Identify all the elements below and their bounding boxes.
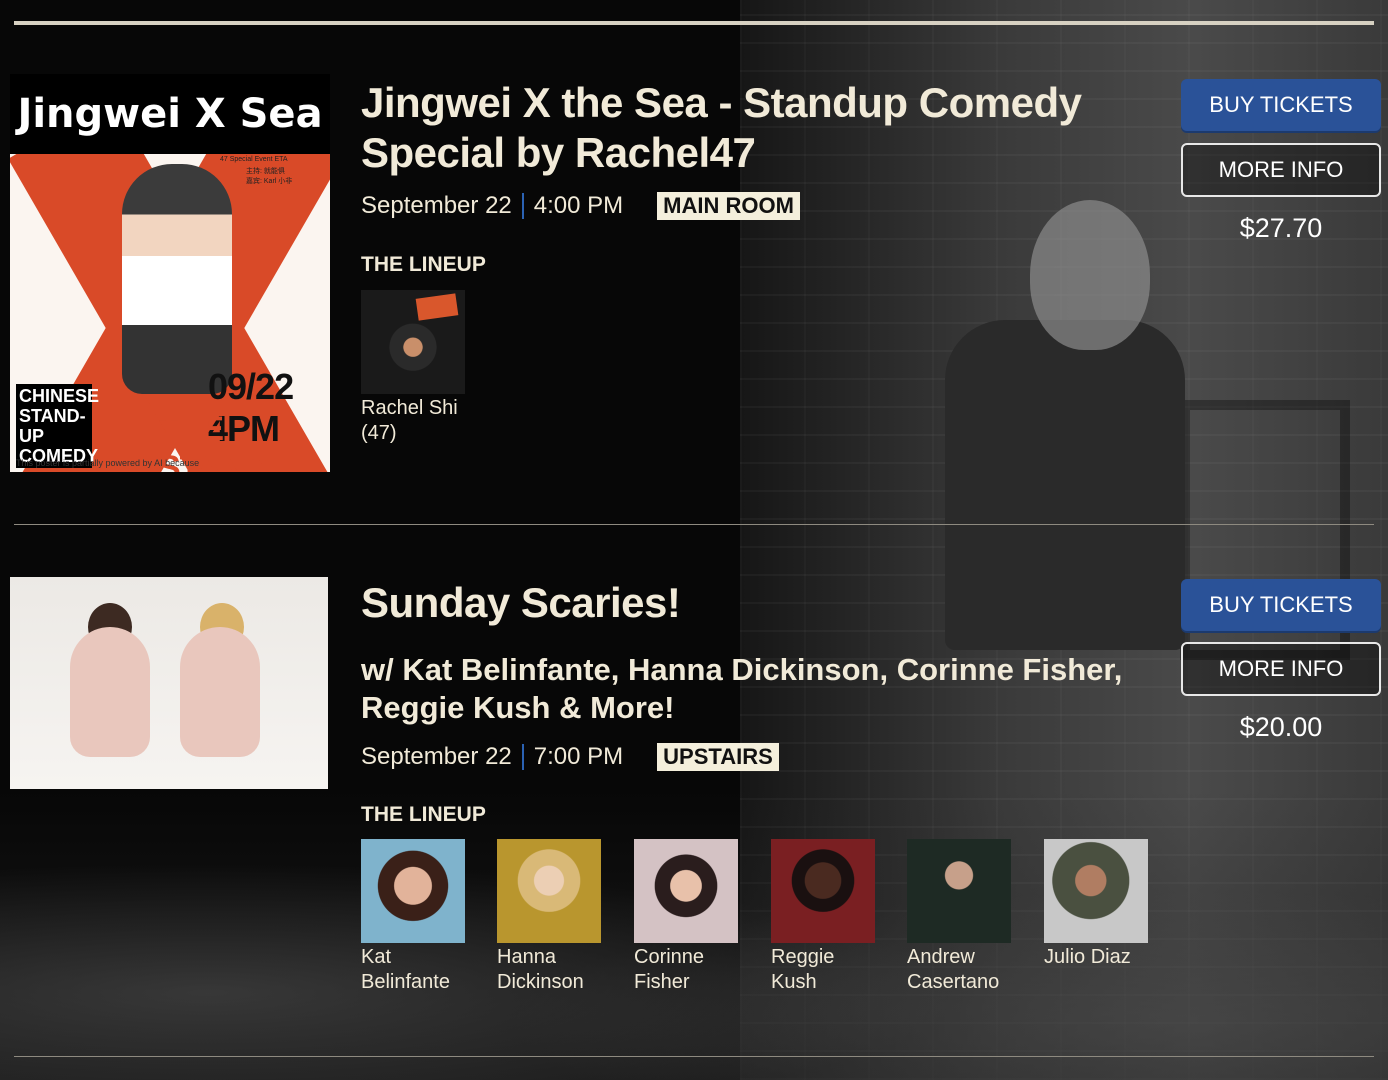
performer-name[interactable]: Corinne Fisher bbox=[634, 945, 738, 995]
performer-photo[interactable] bbox=[1044, 839, 1148, 943]
performer-name[interactable]: Hanna Dickinson bbox=[497, 945, 601, 995]
poster-artwork: 47 Special Event ETA 主持: 就能俱 嘉宾: Karl 小非… bbox=[10, 154, 330, 472]
event-subtitle: w/ Kat Belinfante, Hanna Dickinson, Cori… bbox=[361, 652, 1123, 725]
performer-photo[interactable] bbox=[634, 839, 738, 943]
comedy-logo-icon bbox=[415, 293, 459, 321]
performer-card[interactable]: Reggie Kush bbox=[771, 839, 875, 995]
event-divider bbox=[14, 1056, 1374, 1057]
performer-name[interactable]: Andrew Casertano bbox=[907, 945, 1011, 995]
performer-card[interactable]: Rachel Shi (47) bbox=[361, 290, 465, 446]
room-badge: UPSTAIRS bbox=[657, 743, 779, 771]
performer-name[interactable]: Rachel Shi (47) bbox=[361, 396, 465, 446]
performer-photo[interactable] bbox=[771, 839, 875, 943]
event-title[interactable]: Sunday Scaries! bbox=[361, 578, 681, 628]
poster-top-small: 47 Special Event ETA bbox=[220, 156, 288, 163]
poster-host-line1: 主持: 就能俱 bbox=[246, 168, 285, 175]
event-poster[interactable]: Jingwei X Sea 47 Special Event ETA 主持: 就… bbox=[10, 74, 330, 472]
event-title[interactable]: Jingwei X the Sea - Standup Comedy Speci… bbox=[361, 78, 1151, 178]
performer-card[interactable]: Andrew Casertano bbox=[907, 839, 1011, 995]
ticket-price: $20.00 bbox=[1239, 712, 1323, 742]
poster-illustration bbox=[122, 164, 232, 394]
event-time: 7:00 PM bbox=[533, 743, 624, 770]
event-date: September 22 bbox=[361, 743, 512, 770]
poster-title: Jingwei X Sea bbox=[17, 91, 323, 137]
poster-footer: This poster is partially powered by AI b… bbox=[16, 458, 200, 468]
comedian-figure bbox=[945, 320, 1185, 650]
room-badge: MAIN ROOM bbox=[657, 192, 800, 220]
poster-side-text: CHINESE STAND-UP COMEDY bbox=[16, 384, 99, 468]
performer-photo[interactable] bbox=[361, 839, 465, 943]
poster-title-band: Jingwei X Sea bbox=[10, 74, 330, 154]
performer-card[interactable]: Corinne Fisher bbox=[634, 839, 738, 995]
performer-name[interactable]: Reggie Kush bbox=[771, 945, 875, 995]
lineup-label: THE LINEUP bbox=[361, 803, 486, 826]
event-meta: September 22 7:00 PM UPSTAIRS bbox=[361, 743, 779, 771]
performer-photo[interactable] bbox=[361, 290, 465, 394]
performer-name[interactable]: Kat Belinfante bbox=[361, 945, 465, 995]
meta-separator bbox=[521, 193, 524, 219]
lineup-label: THE LINEUP bbox=[361, 253, 486, 276]
buy-tickets-button[interactable]: BUY TICKETS bbox=[1181, 579, 1381, 631]
performer-card[interactable]: Kat Belinfante bbox=[361, 839, 465, 995]
buy-tickets-button[interactable]: BUY TICKETS bbox=[1181, 79, 1381, 131]
event-photo[interactable] bbox=[10, 577, 328, 789]
top-divider bbox=[14, 21, 1374, 25]
comedian-head bbox=[1030, 200, 1150, 350]
photo-person-body bbox=[180, 627, 260, 757]
performer-photo[interactable] bbox=[907, 839, 1011, 943]
ticket-price: $27.70 bbox=[1239, 213, 1323, 243]
event-time: 4:00 PM bbox=[533, 192, 624, 219]
meta-separator bbox=[521, 744, 524, 770]
performer-name[interactable]: Julio Diaz bbox=[1044, 945, 1148, 970]
more-info-button[interactable]: MORE INFO bbox=[1181, 143, 1381, 197]
performer-card[interactable]: Julio Diaz bbox=[1044, 839, 1148, 970]
event-date: September 22 bbox=[361, 192, 512, 219]
event-meta: September 22 4:00 PM MAIN ROOM bbox=[361, 192, 800, 220]
more-info-button[interactable]: MORE INFO bbox=[1181, 642, 1381, 696]
photo-person-body bbox=[70, 627, 150, 757]
event-divider bbox=[14, 524, 1374, 525]
poster-host-line2: 嘉宾: Karl 小非 bbox=[246, 178, 293, 185]
performer-card[interactable]: Hanna Dickinson bbox=[497, 839, 601, 995]
performer-photo[interactable] bbox=[497, 839, 601, 943]
